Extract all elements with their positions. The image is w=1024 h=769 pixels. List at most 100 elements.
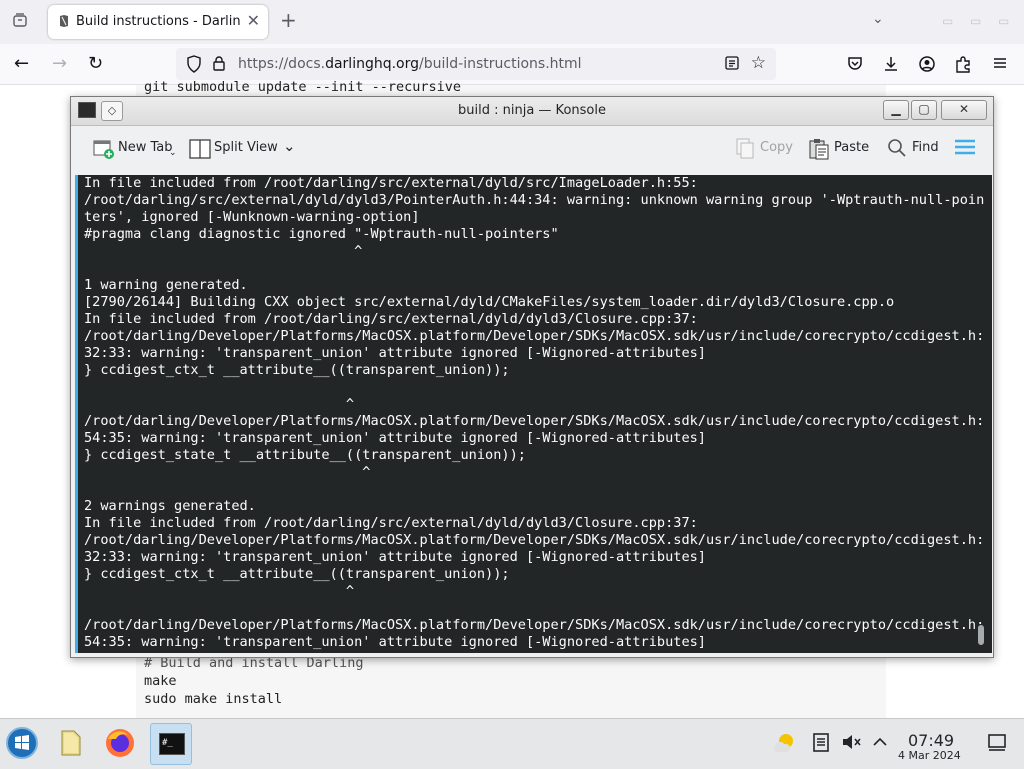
terminal-line-text: 1 warning generated. xyxy=(84,277,248,293)
reload-icon[interactable]: ↻ xyxy=(88,53,103,74)
chevron-down-icon[interactable]: ⌄ xyxy=(872,11,884,27)
account-icon[interactable] xyxy=(918,55,936,77)
new-tab-button[interactable]: + xyxy=(280,8,297,32)
tab-manager-icon[interactable] xyxy=(12,12,28,32)
back-arrow-icon[interactable]: ← xyxy=(14,53,29,74)
firefox-icon[interactable] xyxy=(100,723,140,763)
minimize-window-button[interactable]: ▁ xyxy=(883,100,909,120)
konsole-task-button[interactable]: #_ xyxy=(150,723,192,765)
find-icon[interactable] xyxy=(887,138,907,162)
terminal-line-text: #pragma clang diagnostic ignored "-Wptra… xyxy=(84,226,559,242)
new-tab-dropdown[interactable]: ⌄ xyxy=(169,148,177,158)
terminal-output[interactable]: In file included from /root/darling/src/… xyxy=(75,175,992,653)
lock-icon[interactable] xyxy=(212,55,226,76)
close-window-button[interactable]: ✕ xyxy=(941,100,987,120)
menu-icon[interactable] xyxy=(992,55,1008,75)
clipboard-icon[interactable] xyxy=(810,731,832,753)
favicon-icon xyxy=(58,14,70,28)
terminal-line-text: /root/darling/Developer/Platforms/MacOSX… xyxy=(84,328,985,344)
terminal-line-text: ^ xyxy=(84,396,355,412)
tab-build-instructions[interactable]: Build instructions - Darling ✕ xyxy=(48,5,268,39)
terminal-line: } ccdigest_ctx_t __attribute__((transpar… xyxy=(84,362,984,379)
new-tab-button[interactable]: New Tab xyxy=(118,140,173,155)
shield-icon[interactable] xyxy=(186,55,202,77)
terminal-line-text: /root/darling/Developer/Platforms/MacOSX… xyxy=(84,617,985,633)
terminal-lines: In file included from /root/darling/src/… xyxy=(84,175,984,653)
terminal-scrollbar[interactable] xyxy=(978,625,984,645)
terminal-line: } ccdigest_state_t __attribute__((transp… xyxy=(84,447,984,464)
find-button[interactable]: Find xyxy=(912,140,939,155)
paste-icon[interactable] xyxy=(808,138,830,164)
copy-icon[interactable] xyxy=(735,138,755,164)
terminal-line-text: ^ xyxy=(84,243,363,259)
terminal-line: ^ xyxy=(84,464,984,481)
weather-icon[interactable] xyxy=(772,729,798,755)
terminal-line: /root/darling/Developer/Platforms/MacOSX… xyxy=(84,328,984,345)
terminal-line-text: /root/darling/src/external/dyld/dyld3/Po… xyxy=(84,192,985,208)
terminal-line: 54:35: warning: 'transparent_union' attr… xyxy=(84,430,984,447)
terminal-line: 54:35: warning: 'transparent_union' attr… xyxy=(84,634,984,651)
split-view-button[interactable]: Split View xyxy=(214,140,278,155)
close-tab-icon[interactable]: ✕ xyxy=(247,11,260,30)
hamburger-menu-icon[interactable] xyxy=(955,139,975,159)
minimize-icon[interactable]: ▭ xyxy=(942,14,956,28)
clock-time[interactable]: 07:49 xyxy=(908,731,954,750)
terminal-line: } ccdigest_state_t __attribute__((transp… xyxy=(84,651,984,653)
downloads-icon[interactable] xyxy=(882,55,900,77)
clock-date[interactable]: 4 Mar 2024 xyxy=(898,749,961,762)
maximize-icon[interactable]: ▭ xyxy=(970,14,984,28)
taskbar: #_ 07:49 4 Mar 2024 xyxy=(0,718,1024,769)
terminal-line-text: 54:35: warning: 'transparent_union' attr… xyxy=(84,430,706,446)
terminal-line: #pragma clang diagnostic ignored "-Wptra… xyxy=(84,226,984,243)
maximize-window-button[interactable]: ▢ xyxy=(911,100,937,120)
url-domain: darlinghq.org xyxy=(325,56,420,72)
terminal-line-text: /root/darling/Developer/Platforms/MacOSX… xyxy=(84,532,985,548)
extensions-icon[interactable] xyxy=(954,55,972,77)
pocket-icon[interactable] xyxy=(846,55,864,77)
reader-view-icon[interactable] xyxy=(724,55,740,75)
show-desktop-icon[interactable] xyxy=(986,731,1008,753)
url-bar[interactable]: https://docs.darlinghq.org/build-instruc… xyxy=(176,48,776,80)
new-tab-icon[interactable] xyxy=(93,138,115,164)
terminal-line-text: 2 warnings generated. xyxy=(84,498,256,514)
bookmark-star-icon[interactable]: ☆ xyxy=(751,53,766,73)
paste-button[interactable]: Paste xyxy=(834,140,869,155)
volume-muted-icon[interactable] xyxy=(840,731,862,753)
browser-tab-bar: Build instructions - Darling ✕ + ⌄ ▭ ▭ ▭ xyxy=(0,0,1024,44)
konsole-title-bar[interactable]: ◇ build : ninja — Konsole ▁ ▢ ✕ xyxy=(71,97,993,126)
terminal-line: 2 warnings generated. xyxy=(84,498,984,515)
file-manager-icon[interactable] xyxy=(50,723,90,763)
terminal-task-icon: #_ xyxy=(159,733,185,755)
code-line-install: sudo make install xyxy=(144,691,283,707)
terminal-line: /root/darling/Developer/Platforms/MacOSX… xyxy=(84,532,984,549)
terminal-line-text: 32:33: warning: 'transparent_union' attr… xyxy=(84,549,706,565)
copy-button[interactable]: Copy xyxy=(760,140,793,155)
code-line-submodule: git submodule update --init --recursive xyxy=(144,79,461,95)
konsole-window: ◇ build : ninja — Konsole ▁ ▢ ✕ New Tab … xyxy=(70,96,994,658)
url-prefix: https://docs. xyxy=(238,56,326,72)
tray-expand-chevron-up-icon[interactable] xyxy=(870,731,890,753)
terminal-line-text: ters', ignored [-Wunknown-warning-option… xyxy=(84,209,420,225)
url-text[interactable]: https://docs.darlinghq.org/build-instruc… xyxy=(238,56,582,72)
terminal-line: 1 warning generated. xyxy=(84,277,984,294)
terminal-line: } ccdigest_ctx_t __attribute__((transpar… xyxy=(84,566,984,583)
start-menu-icon[interactable] xyxy=(2,723,42,763)
split-view-icon[interactable] xyxy=(189,138,211,164)
terminal-line-text: } ccdigest_ctx_t __attribute__((transpar… xyxy=(84,362,510,378)
terminal-line-text: 32:33: warning: 'transparent_union' attr… xyxy=(84,345,706,361)
terminal-line: 32:33: warning: 'transparent_union' attr… xyxy=(84,345,984,362)
terminal-line: /root/darling/Developer/Platforms/MacOSX… xyxy=(84,617,984,634)
terminal-line: ters', ignored [-Wunknown-warning-option… xyxy=(84,209,984,226)
konsole-toolbar: New Tab ⌄ Split View ⌄ Copy Paste Find xyxy=(71,126,993,174)
terminal-line-text: [2790/26144] Building CXX object src/ext… xyxy=(84,294,895,310)
split-view-chevron-down-icon[interactable]: ⌄ xyxy=(283,137,296,155)
terminal-line: 32:33: warning: 'transparent_union' attr… xyxy=(84,549,984,566)
terminal-line-text: 54:35: warning: 'transparent_union' attr… xyxy=(84,634,706,650)
close-window-icon[interactable]: ▭ xyxy=(998,14,1012,28)
forward-arrow-icon[interactable]: → xyxy=(52,53,67,74)
terminal-line-text: } ccdigest_state_t __attribute__((transp… xyxy=(84,447,526,463)
terminal-line: ^ xyxy=(84,396,984,413)
